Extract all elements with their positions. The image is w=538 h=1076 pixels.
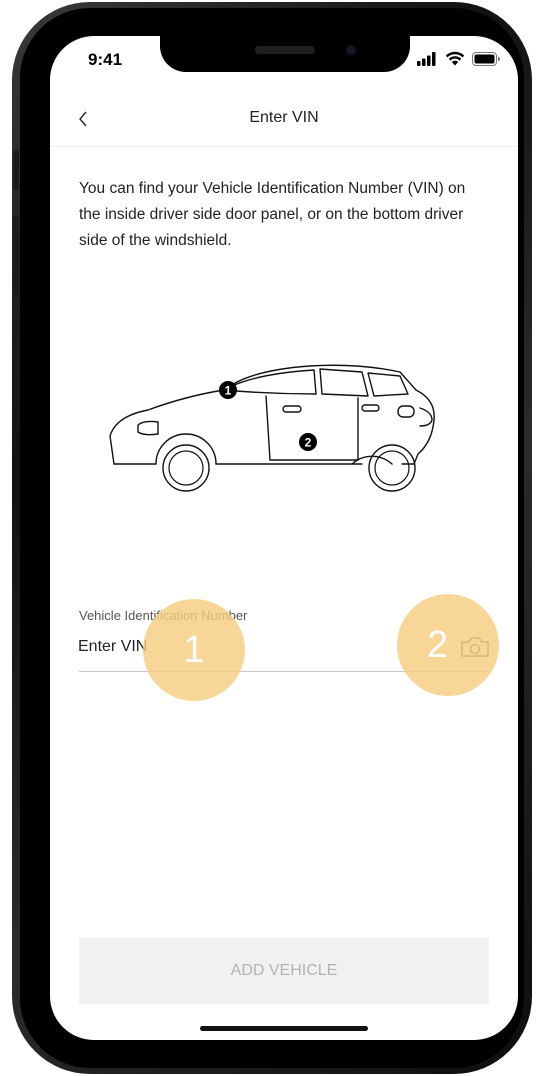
status-icons — [417, 50, 500, 66]
screen: 9:41 Enter VIN You can find your Vehicle… — [50, 36, 518, 1040]
mute-switch — [13, 150, 19, 190]
location-pin-1-label: 1 — [225, 384, 232, 398]
tire-rear — [368, 444, 416, 492]
tire-front — [162, 444, 210, 492]
car-illustration: 1 2 — [109, 364, 435, 492]
vin-location-instructions: You can find your Vehicle Identification… — [79, 180, 466, 249]
front-camera — [345, 44, 357, 56]
status-time: 9:41 — [88, 50, 123, 69]
volume-down-button — [13, 320, 19, 400]
notch — [160, 36, 410, 72]
wifi-icon — [445, 52, 464, 66]
battery-icon — [472, 51, 500, 66]
home-indicator — [200, 1026, 368, 1031]
signal-icon — [417, 51, 436, 66]
location-pin-2-label: 2 — [305, 436, 312, 450]
volume-up-button — [13, 215, 19, 295]
speaker-grille — [255, 46, 315, 54]
nav-bar: Enter VIN — [50, 96, 518, 147]
annotation-marker-2: 2 — [397, 594, 499, 696]
vin-input[interactable] — [78, 634, 448, 660]
page-title: Enter VIN — [249, 109, 319, 126]
location-pin-1: 1 — [219, 381, 237, 399]
location-pin-2: 2 — [299, 433, 317, 451]
add-vehicle-button[interactable]: ADD VEHICLE — [79, 938, 489, 1004]
annotation-marker-1: 1 — [143, 599, 245, 701]
